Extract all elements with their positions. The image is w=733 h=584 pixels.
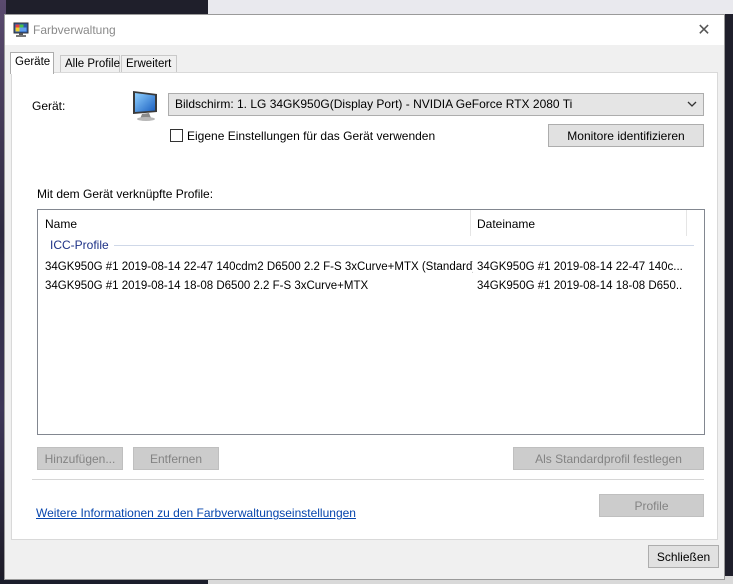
identify-monitors-button[interactable]: Monitore identifizieren [548, 124, 704, 147]
chevron-down-icon [685, 97, 699, 111]
desktop-background-top [208, 0, 733, 14]
column-separator-end [686, 210, 687, 236]
tab-geraete[interactable]: Geräte [10, 52, 54, 74]
own-settings-label[interactable]: Eigene Einstellungen für das Gerät verwe… [187, 129, 435, 143]
monitor-icon [130, 88, 164, 122]
close-window-button[interactable]: ✕ [684, 15, 724, 45]
close-button[interactable]: Schließen [648, 545, 719, 568]
own-settings-checkbox[interactable] [170, 129, 183, 142]
profiles-section-label: Mit dem Gerät verknüpfte Profile: [37, 187, 214, 201]
profile-name-cell: 34GK950G #1 2019-08-14 18-08 D6500 2.2 F… [45, 280, 369, 292]
window-title: Farbverwaltung [33, 23, 116, 37]
profile-button[interactable]: Profile [599, 494, 704, 517]
column-separator[interactable] [470, 210, 471, 236]
group-divider [114, 245, 694, 246]
profile-name-cell: 34GK950G #1 2019-08-14 22-47 140cdm2 D65… [45, 261, 473, 273]
panel-divider [32, 479, 704, 480]
more-info-link[interactable]: Weitere Informationen zu den Farbverwalt… [36, 506, 356, 520]
title-bar: Farbverwaltung ✕ [5, 15, 724, 45]
column-header-name[interactable]: Name [45, 217, 77, 231]
tab-erweitert[interactable]: Erweitert [121, 55, 177, 73]
device-select[interactable]: Bildschirm: 1. LG 34GK950G(Display Port)… [168, 93, 704, 116]
close-icon: ✕ [697, 22, 711, 39]
tab-panel-geraete: Gerät: Bildschirm: 1. LG 34GK950G(Displa… [11, 72, 718, 540]
remove-profile-button[interactable]: Entfernen [133, 447, 219, 470]
device-label: Gerät: [32, 99, 66, 113]
device-select-value: Bildschirm: 1. LG 34GK950G(Display Port)… [175, 97, 573, 111]
profile-file-cell: 34GK950G #1 2019-08-14 18-08 D650... [477, 280, 682, 292]
color-management-app-icon [13, 22, 29, 38]
group-label-icc-profile[interactable]: ICC-Profile [50, 238, 109, 252]
set-default-profile-button[interactable]: Als Standardprofil festlegen [513, 447, 704, 470]
add-profile-button[interactable]: Hinzufügen... [37, 447, 123, 470]
column-header-filename[interactable]: Dateiname [477, 217, 535, 231]
profiles-list[interactable]: Name Dateiname ICC-Profile 34GK950G #1 2… [37, 209, 705, 435]
tab-alle-profile[interactable]: Alle Profile [60, 55, 120, 73]
farbverwaltung-window: Farbverwaltung ✕ Geräte Alle Profile Erw… [4, 14, 725, 580]
profile-file-cell: 34GK950G #1 2019-08-14 22-47 140c... [477, 261, 682, 273]
